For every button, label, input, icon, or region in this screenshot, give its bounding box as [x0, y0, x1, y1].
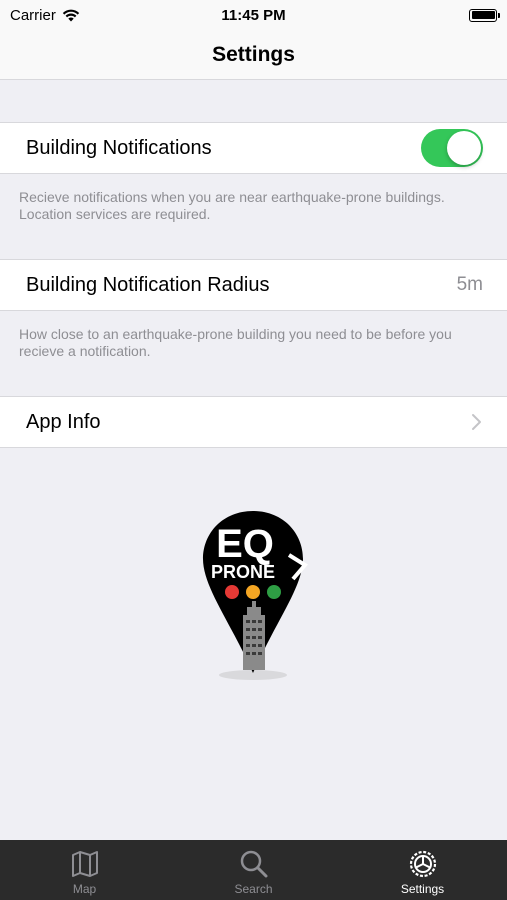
- logo-text-prone: PRONE: [211, 562, 275, 582]
- tab-search[interactable]: Search: [169, 840, 338, 900]
- logo-dot-red: [225, 585, 239, 599]
- tab-map[interactable]: Map: [0, 840, 169, 900]
- tab-settings[interactable]: Settings: [338, 840, 507, 900]
- wifi-icon: [62, 9, 80, 22]
- tab-settings-label: Settings: [400, 882, 445, 896]
- building-notifications-footer: Recieve notifications when you are near …: [19, 189, 445, 222]
- status-bar: Carrier 11:45 PM: [0, 0, 507, 30]
- navigation-bar: Settings: [0, 30, 507, 80]
- tab-map-label: Map: [72, 882, 97, 896]
- logo-text-eq: EQ: [216, 522, 274, 566]
- notification-radius-footer: How close to an earthquake-prone buildin…: [19, 326, 452, 359]
- eq-prone-logo: EQ PRONE: [203, 511, 309, 680]
- notification-radius-value: 5m: [456, 274, 483, 295]
- chevron-right-icon: [472, 414, 481, 430]
- logo-dot-green: [267, 585, 281, 599]
- page-title: Settings: [212, 42, 295, 66]
- toggle-knob: [447, 131, 481, 165]
- map-icon: [71, 851, 98, 877]
- battery-level: [471, 11, 495, 19]
- building-notifications-row: Building Notifications: [0, 122, 507, 174]
- search-icon: [240, 850, 267, 878]
- tab-bar: Map Search Settings: [0, 840, 507, 900]
- notification-radius-row[interactable]: Building Notification Radius 5m: [0, 259, 507, 311]
- notification-radius-label: Building Notification Radius: [26, 273, 270, 296]
- carrier-label: Carrier: [10, 6, 56, 24]
- app-info-row[interactable]: App Info: [0, 396, 507, 448]
- building-notifications-label: Building Notifications: [26, 136, 212, 159]
- tab-search-label: Search: [234, 882, 273, 896]
- battery-icon: [469, 8, 500, 22]
- logo-dot-amber: [246, 585, 260, 599]
- app-info-label: App Info: [26, 410, 101, 433]
- building-notifications-toggle[interactable]: [421, 129, 483, 167]
- status-left: Carrier: [10, 7, 80, 24]
- settings-icon: [409, 850, 436, 878]
